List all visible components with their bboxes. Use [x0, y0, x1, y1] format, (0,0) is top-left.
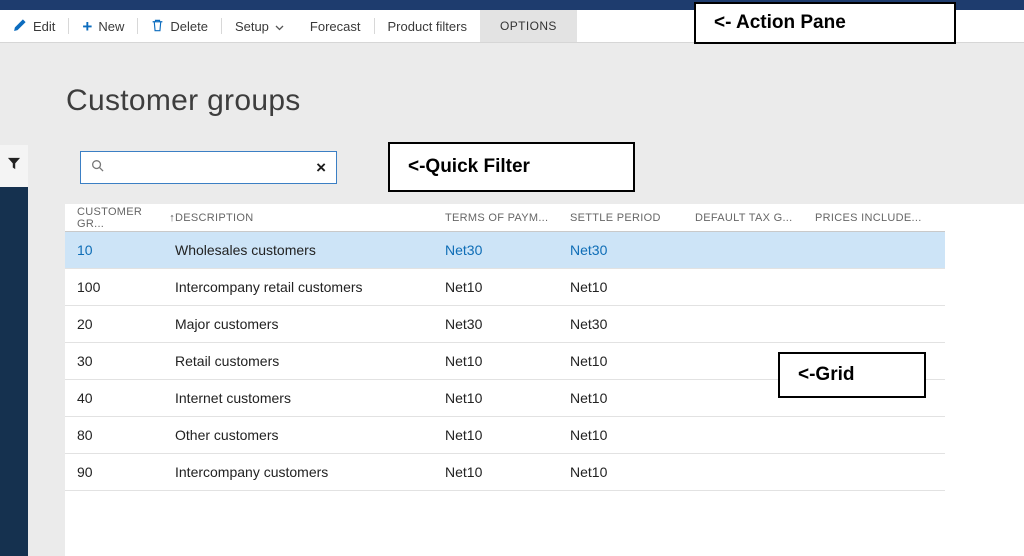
cell-customer-group[interactable]: 90 — [65, 464, 175, 480]
options-tab-label: OPTIONS — [499, 19, 557, 33]
column-header-customer-group[interactable]: CUSTOMER GR... ↑ — [65, 206, 175, 230]
clear-filter-icon[interactable]: × — [316, 159, 326, 176]
tab-options[interactable]: OPTIONS — [479, 10, 577, 42]
table-row[interactable]: 100 Intercompany retail customers Net10 … — [65, 269, 945, 306]
edit-icon — [13, 18, 27, 35]
cell-terms-of-payment[interactable]: Net10 — [445, 427, 570, 443]
cell-description[interactable]: Intercompany retail customers — [175, 279, 445, 295]
column-header-terms-of-payment[interactable]: TERMS OF PAYM... — [445, 212, 570, 224]
page-title: Customer groups — [66, 84, 301, 117]
annotation-quick-filter-text: <-Quick Filter — [408, 156, 530, 177]
quick-filter-input[interactable] — [112, 160, 309, 175]
cell-settle-period[interactable]: Net30 — [570, 242, 695, 258]
cell-description[interactable]: Wholesales customers — [175, 242, 445, 258]
cell-customer-group[interactable]: 20 — [65, 316, 175, 332]
cell-description[interactable]: Retail customers — [175, 353, 445, 369]
cell-description[interactable]: Intercompany customers — [175, 464, 445, 480]
cell-description[interactable]: Internet customers — [175, 390, 445, 406]
delete-button[interactable]: Delete — [138, 10, 221, 42]
filter-pane-rail — [0, 145, 28, 556]
cell-terms-of-payment[interactable]: Net30 — [445, 316, 570, 332]
cell-terms-of-payment[interactable]: Net10 — [445, 279, 570, 295]
cell-terms-of-payment[interactable]: Net10 — [445, 464, 570, 480]
column-header-prices-include[interactable]: PRICES INCLUDE... — [815, 212, 945, 224]
forecast-button[interactable]: Forecast — [297, 10, 374, 42]
annotation-action-pane: <- Action Pane — [694, 2, 956, 44]
plus-icon: + — [82, 16, 93, 36]
annotation-quick-filter: <-Quick Filter — [388, 142, 635, 192]
table-row[interactable]: 90 Intercompany customers Net10 Net10 — [65, 454, 945, 491]
cell-terms-of-payment[interactable]: Net10 — [445, 353, 570, 369]
column-header-description[interactable]: DESCRIPTION — [175, 212, 445, 224]
chevron-down-icon — [275, 19, 284, 34]
column-header-settle-period[interactable]: SETTLE PERIOD — [570, 212, 695, 224]
open-filter-pane-button[interactable] — [0, 145, 28, 187]
cell-customer-group[interactable]: 100 — [65, 279, 175, 295]
cell-terms-of-payment[interactable]: Net10 — [445, 390, 570, 406]
cell-description[interactable]: Other customers — [175, 427, 445, 443]
cell-customer-group[interactable]: 10 — [65, 242, 175, 258]
grid-header-row: CUSTOMER GR... ↑ DESCRIPTION TERMS OF PA… — [65, 204, 945, 232]
setup-menu-label: Setup — [234, 18, 269, 34]
cell-customer-group[interactable]: 40 — [65, 390, 175, 406]
filter-funnel-icon — [7, 157, 21, 175]
product-filters-button[interactable]: Product filters — [375, 10, 480, 42]
forecast-button-label: Forecast — [309, 18, 361, 34]
cell-customer-group[interactable]: 80 — [65, 427, 175, 443]
trash-icon — [151, 18, 164, 35]
cell-settle-period[interactable]: Net10 — [570, 390, 695, 406]
table-row[interactable]: 10 Wholesales customers Net30 Net30 — [65, 232, 945, 269]
product-filters-label: Product filters — [387, 18, 467, 34]
cell-settle-period[interactable]: Net10 — [570, 279, 695, 295]
delete-button-label: Delete — [170, 18, 208, 34]
search-icon — [91, 159, 104, 177]
column-header-default-tax-group[interactable]: DEFAULT TAX G... — [695, 212, 815, 224]
edit-button-label: Edit — [33, 18, 56, 34]
new-button-label: New — [98, 18, 125, 34]
cell-terms-of-payment[interactable]: Net30 — [445, 242, 570, 258]
annotation-grid-text: <-Grid — [798, 364, 855, 385]
cell-customer-group[interactable]: 30 — [65, 353, 175, 369]
table-row[interactable]: 20 Major customers Net30 Net30 — [65, 306, 945, 343]
cell-settle-period[interactable]: Net30 — [570, 316, 695, 332]
cell-settle-period[interactable]: Net10 — [570, 427, 695, 443]
cell-settle-period[interactable]: Net10 — [570, 464, 695, 480]
cell-description[interactable]: Major customers — [175, 316, 445, 332]
cell-settle-period[interactable]: Net10 — [570, 353, 695, 369]
table-row[interactable]: 80 Other customers Net10 Net10 — [65, 417, 945, 454]
annotation-grid: <-Grid — [778, 352, 926, 398]
new-button[interactable]: + New — [69, 10, 137, 42]
setup-menu-button[interactable]: Setup — [222, 10, 297, 42]
edit-button[interactable]: Edit — [0, 10, 68, 42]
annotation-action-pane-text: <- Action Pane — [714, 12, 846, 33]
quick-filter: × — [80, 151, 337, 184]
